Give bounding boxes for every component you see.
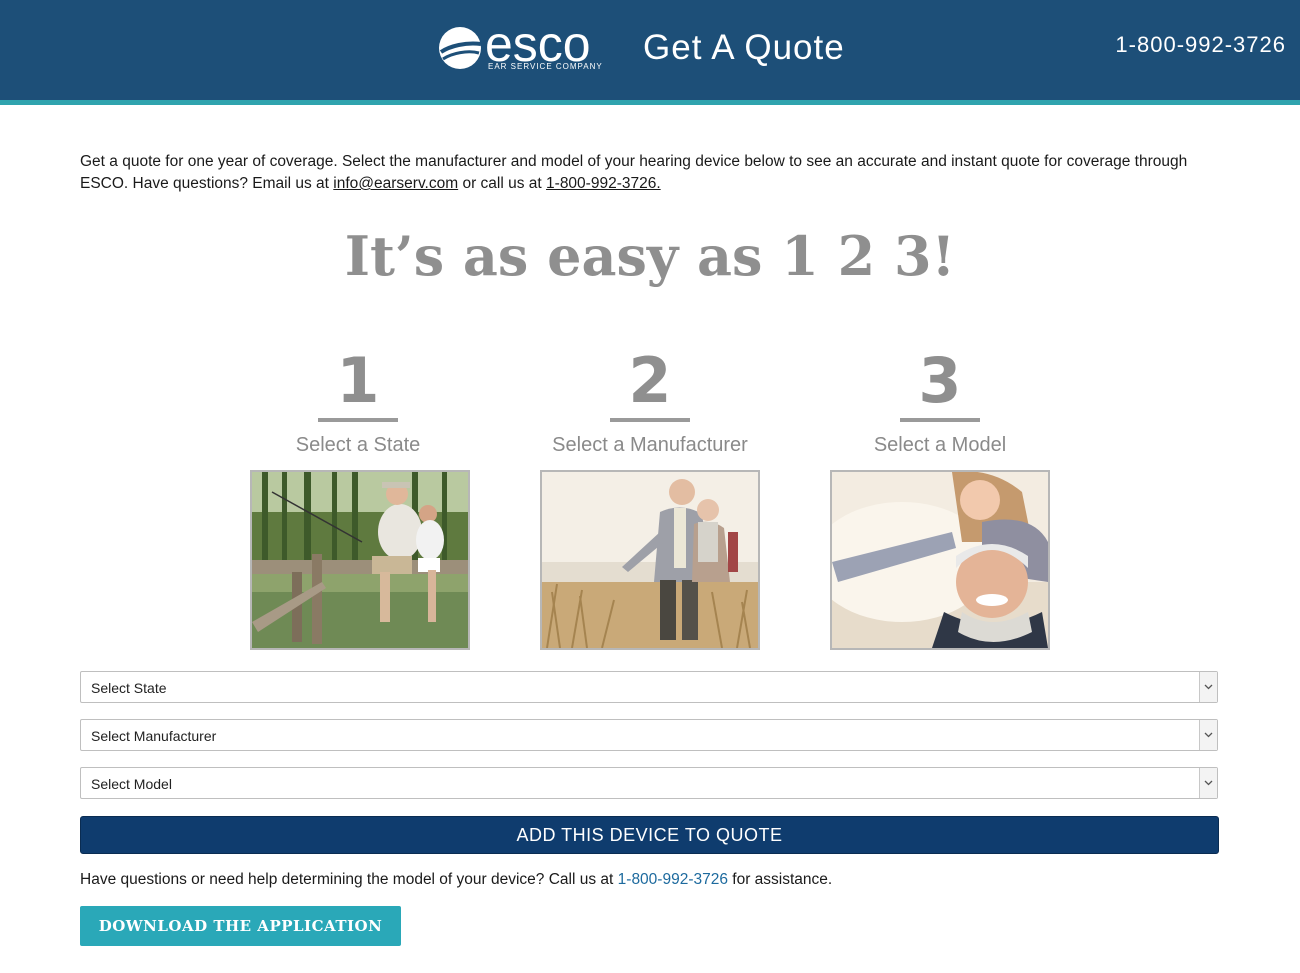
grandfather-girl-image [832,472,1048,648]
manufacturer-select[interactable]: Select Manufacturer [80,719,1218,751]
step-1: 1 Select a State [208,344,508,458]
step-label: Select a Model [873,434,1007,456]
help-phone-link[interactable]: 1-800-992-3726 [618,871,728,888]
manufacturer-select-value: Select Manufacturer [91,728,217,744]
email-link[interactable]: info@earserv.com [333,175,458,192]
state-select-value: Select State [91,680,167,696]
chevron-down-icon[interactable] [1199,768,1217,798]
site-header: esco EAR SERVICE COMPANY Get A Quote 1-8… [0,0,1300,100]
step-label: Select a Manufacturer [552,434,748,456]
step-3: 3 Select a Model [790,344,1090,458]
model-select-value: Select Model [91,776,172,792]
intro-text-2: or call us at [458,175,547,192]
page-title: Get A Quote [643,28,845,67]
manufacturer-step-photo [540,470,760,650]
intro-phone-link[interactable]: 1-800-992-3726. [546,175,661,192]
easy-headline: It’s as easy as 1 2 3! [344,224,956,288]
step-number: 3 [918,344,962,417]
header-accent-stripe [0,100,1300,105]
logo-tagline: EAR SERVICE COMPANY [488,62,603,71]
chevron-down-icon[interactable] [1199,672,1217,702]
model-step-photo [830,470,1050,650]
help-text-1: Have questions or need help determining … [80,871,618,888]
step-number: 2 [628,344,672,417]
help-text-2: for assistance. [727,871,833,888]
state-step-photo [250,470,470,650]
step-number: 1 [336,344,380,417]
header-phone-link[interactable]: 1-800-992-3726 [1115,31,1286,59]
intro-paragraph: Get a quote for one year of coverage. Se… [80,151,1220,195]
step-underline [610,418,690,422]
chevron-down-icon[interactable] [1199,720,1217,750]
model-select[interactable]: Select Model [80,767,1218,799]
fishing-dock-image [252,472,468,648]
add-device-to-quote-button[interactable]: ADD THIS DEVICE TO QUOTE [80,816,1219,854]
step-underline [318,418,398,422]
couple-beach-image [542,472,758,648]
globe-logo-icon [439,27,482,69]
esco-logo[interactable]: esco EAR SERVICE COMPANY [438,16,628,74]
download-application-button[interactable]: DOWNLOAD THE APPLICATION [80,906,401,946]
help-text: Have questions or need help determining … [80,869,832,891]
step-label: Select a State [295,434,421,456]
step-underline [900,418,980,422]
state-select[interactable]: Select State [80,671,1218,703]
step-2: 2 Select a Manufacturer [500,344,800,458]
